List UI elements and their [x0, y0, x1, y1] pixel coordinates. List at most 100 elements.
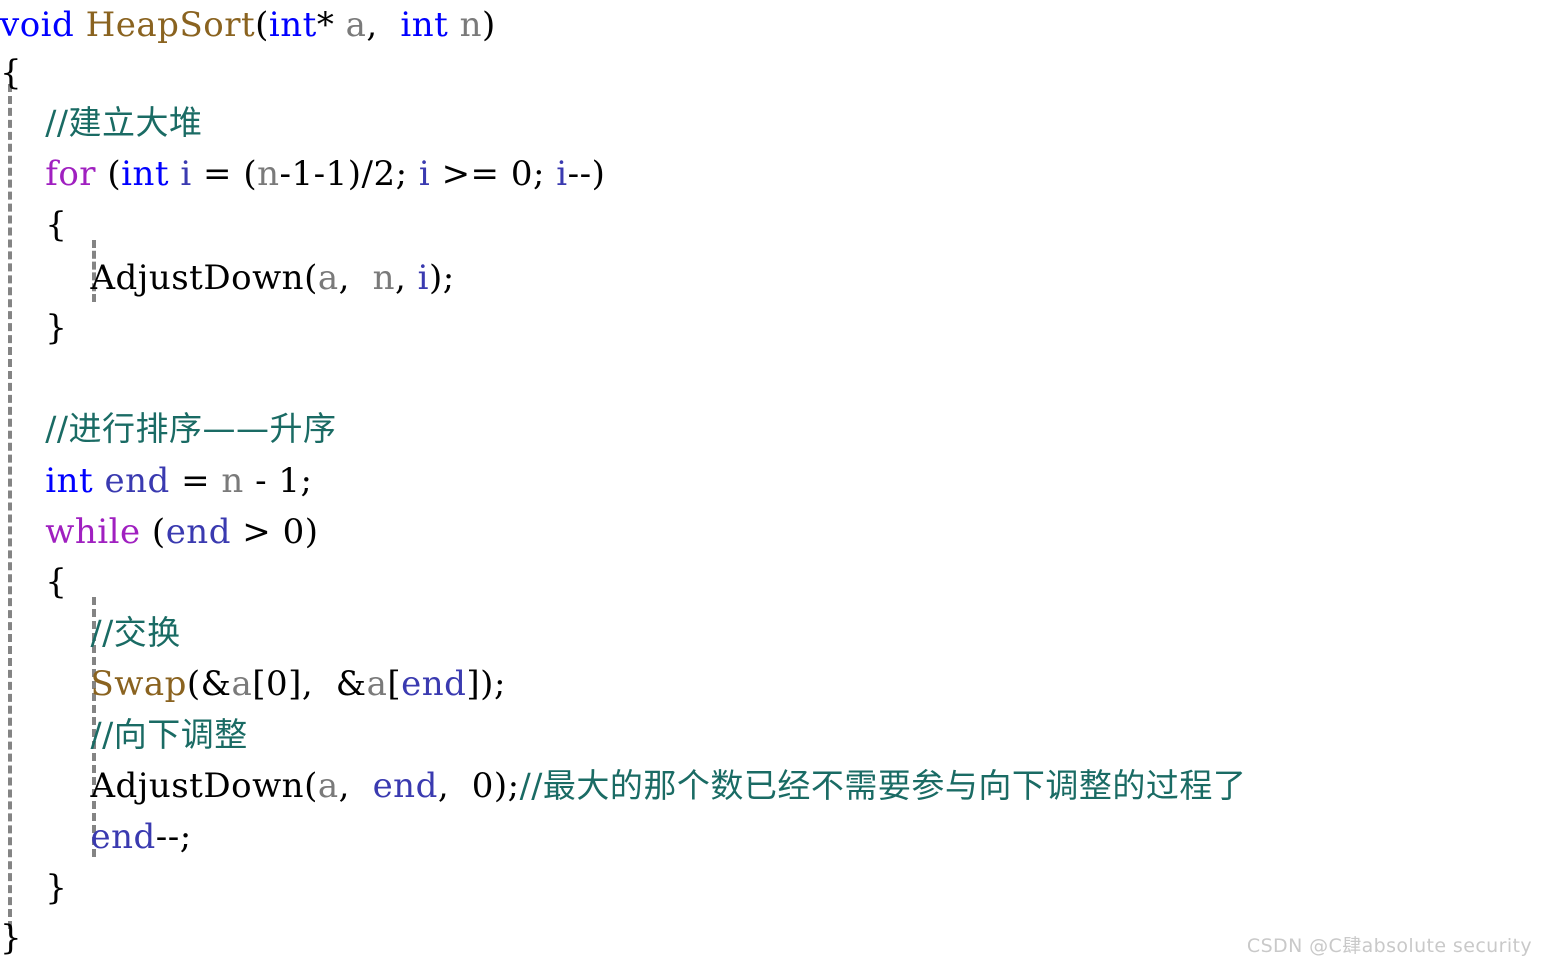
code-token: AdjustDown — [90, 766, 305, 806]
code-token: //建立大堆 — [45, 103, 203, 142]
code-line[interactable]: { — [0, 200, 67, 250]
code-token: , 0); — [437, 766, 520, 806]
code-token: ( — [140, 512, 166, 552]
code-line[interactable]: } — [0, 913, 22, 963]
code-token: int — [45, 461, 94, 501]
code-token: HeapSort — [85, 5, 256, 45]
code-token: a — [317, 766, 339, 806]
code-token: ) — [482, 5, 496, 45]
code-token: [0], & — [252, 664, 367, 704]
code-token: a — [231, 664, 253, 704]
code-token: //进行排序——升序 — [45, 409, 337, 448]
code-line[interactable]: Swap(&a[0], &a[end]); — [0, 659, 506, 709]
code-token: a — [317, 258, 339, 298]
code-token: , — [338, 766, 373, 806]
code-token: n — [257, 154, 280, 194]
code-token: //向下调整 — [90, 715, 248, 754]
code-token: //交换 — [90, 613, 181, 652]
code-line[interactable]: //交换 — [0, 608, 181, 658]
code-token: , — [338, 258, 373, 298]
code-token: } — [0, 868, 68, 908]
code-token: = — [169, 461, 222, 501]
code-token: -1-1)/2; — [279, 154, 419, 194]
code-token: ( — [304, 766, 318, 806]
code-token: ); — [428, 258, 455, 298]
code-token: ]); — [466, 664, 506, 704]
code-token: void — [0, 5, 75, 45]
code-token: int — [268, 5, 317, 45]
code-token: , — [394, 258, 418, 298]
code-token: end — [104, 461, 170, 501]
code-token: end — [165, 512, 231, 552]
code-token: i — [556, 154, 568, 194]
code-token: > 0) — [230, 512, 319, 552]
code-token: --; — [155, 817, 192, 857]
code-line[interactable]: void HeapSort(int* a, int n) — [0, 0, 496, 50]
code-snippet-canvas: void HeapSort(int* a, int n){ //建立大堆 for… — [0, 0, 1548, 966]
code-token: Swap — [90, 664, 187, 704]
code-line[interactable]: } — [0, 863, 67, 913]
code-token: } — [0, 918, 23, 958]
code-token: end — [90, 817, 156, 857]
code-token: for — [45, 154, 97, 194]
code-token: int — [121, 154, 170, 194]
code-token: AdjustDown — [90, 258, 305, 298]
code-token: [ — [387, 664, 402, 704]
code-token: { — [0, 562, 68, 602]
code-token: >= 0; — [430, 154, 557, 194]
code-line[interactable]: } — [0, 303, 67, 353]
code-token: ( — [255, 5, 269, 45]
code-token: ( — [96, 154, 122, 194]
code-token: * — [316, 5, 346, 45]
code-token: while — [45, 512, 141, 552]
code-line[interactable]: //进行排序——升序 — [0, 404, 336, 454]
code-line[interactable]: //建立大堆 — [0, 98, 202, 148]
code-token: i — [418, 154, 431, 194]
code-line[interactable]: { — [0, 557, 67, 607]
code-line[interactable]: AdjustDown(a, end, 0);//最大的那个数已经不需要参与向下调… — [0, 761, 1246, 811]
code-line[interactable]: //向下调整 — [0, 710, 248, 760]
code-token: = ( — [191, 154, 258, 194]
code-token: ( — [304, 258, 318, 298]
code-token: { — [0, 53, 23, 93]
code-token: --) — [567, 154, 606, 194]
code-token: i — [417, 258, 429, 298]
code-line[interactable]: for (int i = (n-1-1)/2; i >= 0; i--) — [0, 149, 605, 199]
code-token: //最大的那个数已经不需要参与向下调整的过程了 — [519, 766, 1247, 805]
code-token: n — [459, 5, 483, 45]
code-token: (& — [186, 664, 232, 704]
code-token: n — [372, 258, 395, 298]
code-token: end — [372, 766, 438, 806]
code-line[interactable]: while (end > 0) — [0, 507, 318, 557]
code-line[interactable]: { — [0, 48, 22, 98]
csdn-watermark: CSDN @C肆absolute security — [1246, 935, 1532, 957]
code-line[interactable]: AdjustDown(a, n, i); — [0, 253, 455, 303]
code-token: end — [401, 664, 467, 704]
code-token: } — [0, 308, 68, 348]
code-line[interactable]: end--; — [0, 812, 192, 862]
code-token: , — [366, 5, 401, 45]
code-line[interactable]: int end = n - 1; — [0, 456, 313, 506]
code-token: int — [400, 5, 449, 45]
code-token: i — [180, 154, 192, 194]
code-token: a — [366, 664, 388, 704]
code-token: - 1; — [243, 461, 313, 501]
code-token: n — [221, 461, 244, 501]
code-token: a — [345, 5, 367, 45]
code-token: { — [0, 205, 68, 245]
